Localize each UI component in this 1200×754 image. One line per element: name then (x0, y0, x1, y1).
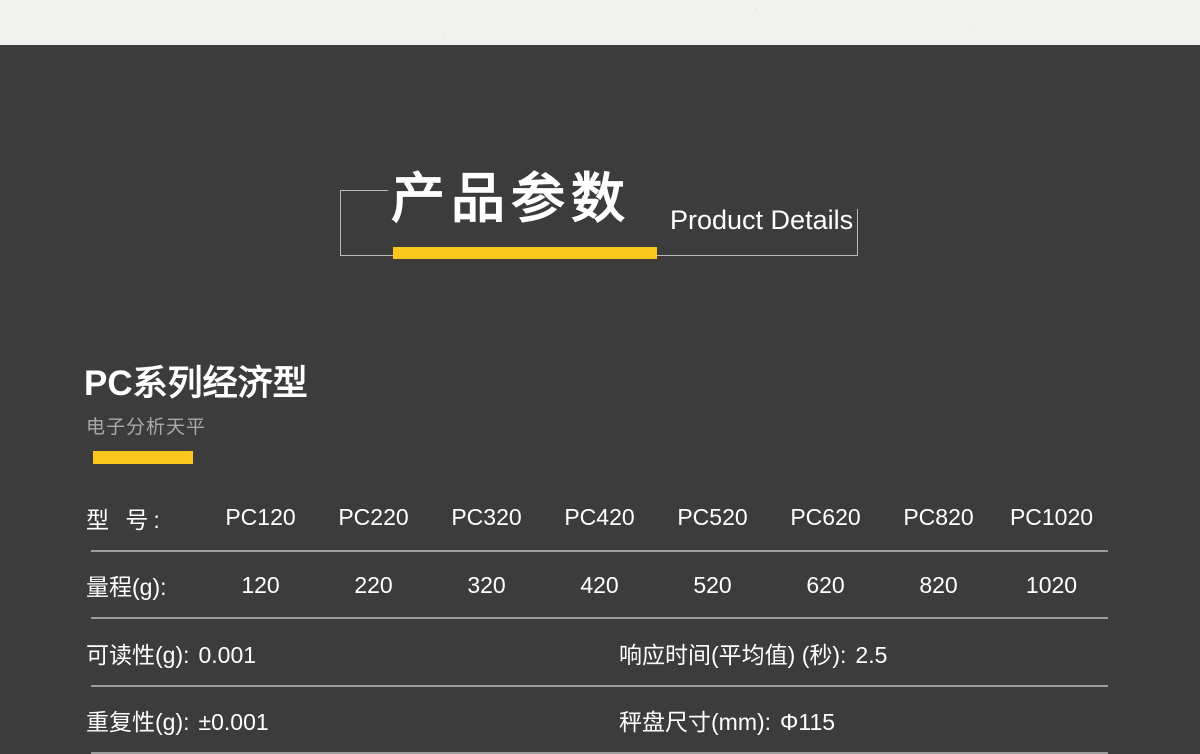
table-cell: PC620 (769, 504, 882, 531)
table-cell: 1020 (995, 572, 1108, 599)
capacity-cells: 120 220 320 420 520 620 820 1020 (204, 572, 1108, 599)
table-cell: 620 (769, 572, 882, 599)
spec-value: 2.5 (846, 642, 887, 669)
product-title: PC系列经济型 (84, 362, 308, 406)
spec-value: 0.001 (190, 642, 257, 669)
table-cell: PC120 (204, 504, 317, 531)
table-cell: PC1020 (995, 504, 1108, 531)
spec-pan-size: 秤盘尺寸(mm): Φ115 (610, 703, 1108, 737)
table-cell: 820 (882, 572, 995, 599)
product-accent-bar (93, 451, 193, 464)
table-cell: 120 (204, 572, 317, 599)
table-cell: PC520 (656, 504, 769, 531)
table-cell: 520 (656, 572, 769, 599)
table-row: 重复性(g): ±0.001 秤盘尺寸(mm): Φ115 (84, 687, 1108, 754)
table-row: 型 号: PC120 PC220 PC320 PC420 PC520 PC620… (84, 484, 1108, 552)
spec-table: 型 号: PC120 PC220 PC320 PC420 PC520 PC620… (84, 484, 1108, 754)
section-title-english: Product Details (670, 200, 853, 240)
spec-readability: 可读性(g): 0.001 (86, 636, 610, 670)
table-row: 可读性(g): 0.001 响应时间(平均值) (秒): 2.5 (84, 619, 1108, 687)
spec-value: Φ115 (771, 709, 835, 736)
table-cell: PC320 (430, 504, 543, 531)
spec-repeatability: 重复性(g): ±0.001 (86, 703, 610, 737)
spec-key: 可读性(g): (86, 636, 190, 670)
spec-key: 秤盘尺寸(mm): (619, 703, 771, 737)
table-row: 量程(g): 120 220 320 420 520 620 820 1020 (84, 552, 1108, 620)
table-cell: 320 (430, 572, 543, 599)
table-cell: PC220 (317, 504, 430, 531)
product-subtitle: 电子分析天平 (86, 414, 206, 442)
spec-value: ±0.001 (190, 709, 269, 736)
spec-key: 响应时间(平均值) (秒): (619, 636, 846, 670)
row-label-capacity: 量程(g): (86, 568, 204, 602)
table-cell: PC420 (543, 504, 656, 531)
section-title-chinese: 产品参数 (391, 168, 631, 230)
spec-response-time: 响应时间(平均值) (秒): 2.5 (610, 636, 1108, 670)
row-label-model: 型 号: (86, 501, 204, 535)
model-cells: PC120 PC220 PC320 PC420 PC520 PC620 PC82… (204, 504, 1108, 531)
table-cell: PC820 (882, 504, 995, 531)
table-cell: 220 (317, 572, 430, 599)
spec-key: 重复性(g): (86, 703, 190, 737)
banner-accent-underline (393, 247, 657, 259)
top-paper-strip (0, 0, 1200, 45)
table-cell: 420 (543, 572, 656, 599)
